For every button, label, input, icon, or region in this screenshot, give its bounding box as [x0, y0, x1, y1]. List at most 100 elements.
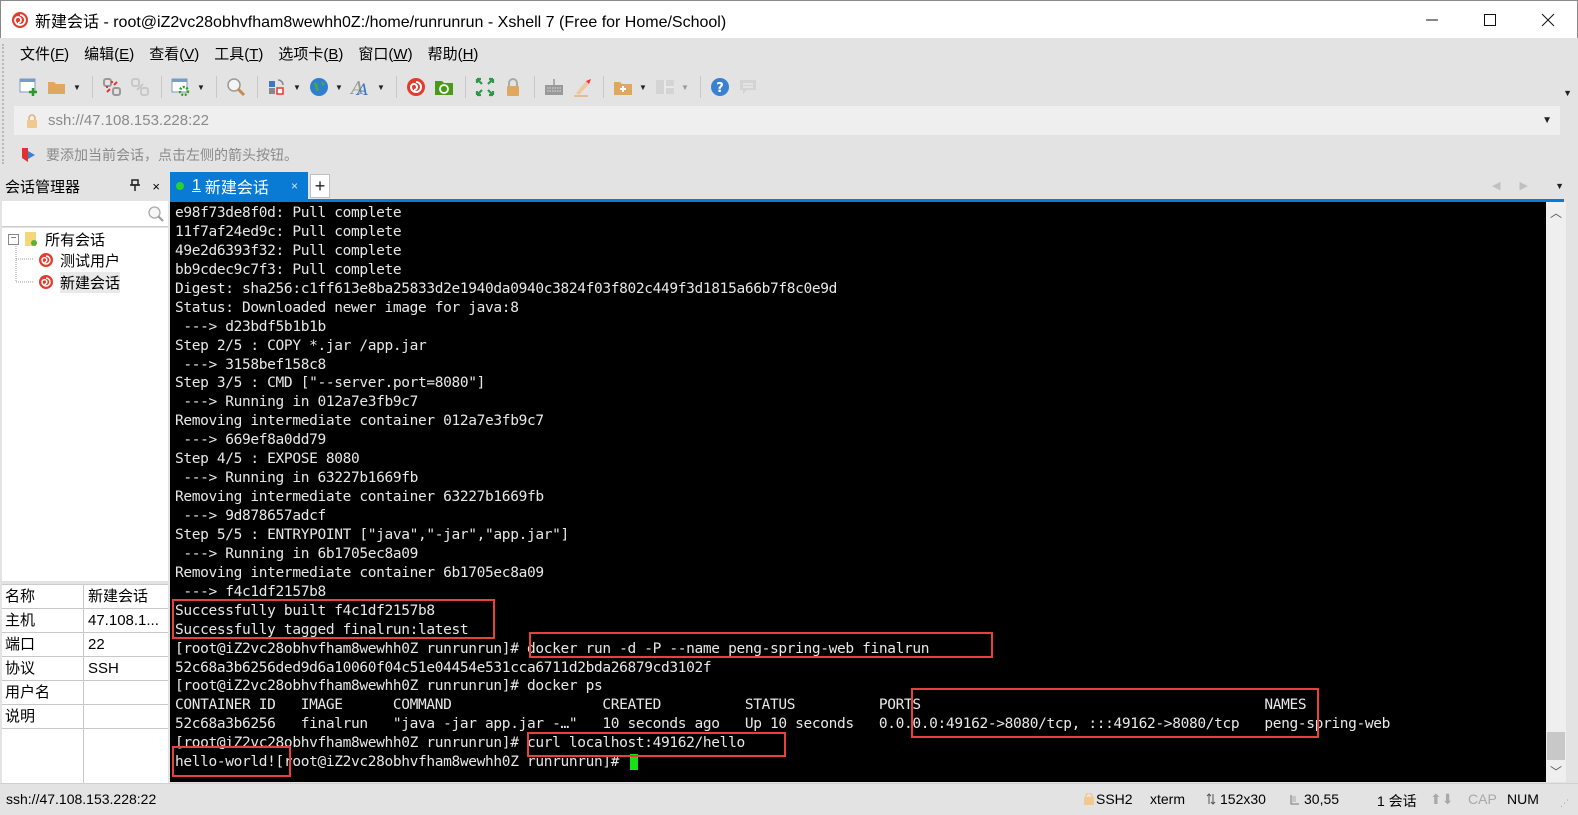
globe-button[interactable] [306, 74, 332, 100]
new-session-icon [19, 78, 37, 96]
menu-tabs[interactable]: 选项卡(B) [278, 43, 343, 64]
fullscreen-button[interactable] [472, 74, 498, 100]
font-button[interactable]: AA [348, 74, 374, 100]
highlight-icon [574, 79, 591, 97]
terminal-line: 52c68a3b6256ded9d6a10060f04c51e04454e531… [175, 659, 712, 676]
transfer-dropdown[interactable]: ▼ [292, 74, 302, 100]
session-manager-close-button[interactable]: × [152, 179, 160, 194]
highlight-button[interactable] [569, 74, 595, 100]
new-folder-button[interactable] [610, 74, 636, 100]
pin-icon[interactable] [130, 178, 140, 194]
terminal-line: Status: Downloaded newer image for java:… [175, 299, 519, 316]
transfer-layout-icon [269, 79, 284, 95]
terminal-line: ---> Running in 012a7e3fb9c7 [175, 394, 419, 411]
session-search-input[interactable] [2, 201, 168, 227]
toolbar: ▼ ▼ ▼ ▼ AA ▼ ▼ ▼ ? ▼ [0, 70, 1578, 104]
font-dropdown[interactable]: ▼ [376, 74, 386, 100]
property-row: 主机 47.108.1... [2, 609, 168, 633]
terminal-scrollbar[interactable]: ︿ ﹀ [1546, 202, 1566, 782]
open-dropdown[interactable]: ▼ [72, 74, 82, 100]
menu-help[interactable]: 帮助(H) [428, 43, 479, 64]
tab-strip: 1 新建会话 × + ◀ ▶ ▼ [170, 172, 1578, 200]
terminal-line: Successfully tagged finalrun:latest [175, 621, 469, 638]
terminal-line: 52c68a3b6256 finalrun "java -jar app.jar… [175, 716, 1391, 733]
new-tab-button[interactable]: + [310, 174, 330, 198]
toolbar-separator [700, 76, 701, 98]
xshell-session-icon [39, 275, 53, 289]
scroll-up-icon[interactable]: ︿ [1550, 204, 1562, 221]
status-num-lock: NUM [1507, 791, 1539, 807]
connected-status-icon [176, 182, 184, 190]
menu-edit[interactable]: 编辑(E) [84, 43, 134, 64]
scrollbar-thumb[interactable] [1547, 732, 1565, 760]
keyboard-icon [545, 79, 563, 95]
open-button[interactable] [44, 74, 70, 100]
globe-icon [310, 78, 328, 96]
cursor-position-icon [1290, 795, 1299, 805]
transfer-button[interactable] [264, 74, 290, 100]
terminal-line: Removing intermediate container 012a7e3f… [175, 413, 544, 430]
help-button[interactable]: ? [707, 74, 733, 100]
terminal-line: Step 2/5 : COPY *.jar /app.jar [175, 337, 427, 354]
terminal-line: ---> d23bdf5b1b1b [175, 318, 326, 335]
tree-node-session-selected[interactable]: 新建会话 [38, 271, 121, 293]
xshell-logo-icon [407, 78, 425, 96]
menu-file[interactable]: 文件(F) [20, 43, 69, 64]
maximize-button[interactable] [1461, 1, 1519, 39]
chat-button[interactable] [735, 74, 761, 100]
status-cursor-position: 30,55 [1290, 791, 1339, 807]
keyboard-button[interactable] [541, 74, 567, 100]
terminal-line: 11f7af24ed9c: Pull complete [175, 223, 402, 240]
xftp-button[interactable] [431, 74, 457, 100]
menu-window[interactable]: 窗口(W) [358, 43, 412, 64]
status-up-down-icon: ⬆⬇ [1430, 791, 1454, 807]
session-properties-button[interactable] [168, 74, 194, 100]
toolbar-overflow-button[interactable]: ▼ [1563, 88, 1572, 98]
resize-icon [1206, 793, 1216, 805]
title-bar: 新建会话 - root@iZ2vc28obhvfham8wewhh0Z:/hom… [0, 0, 1578, 38]
find-button[interactable] [223, 74, 249, 100]
search-icon[interactable] [147, 205, 165, 223]
add-session-arrow-icon[interactable] [20, 147, 38, 163]
address-input[interactable]: ssh://47.108.153.228:22 [48, 112, 209, 129]
resize-grip[interactable]: ⋰ [1560, 798, 1569, 809]
xshell-button[interactable] [403, 74, 429, 100]
tab-scroll-buttons[interactable]: ◀ ▶ [1492, 179, 1536, 192]
chat-icon [740, 80, 756, 94]
toolbar-separator [465, 76, 466, 98]
tree-node-session[interactable]: 测试用户 [38, 249, 120, 271]
terminal-line: CONTAINER ID IMAGE COMMAND CREATED STATU… [175, 697, 1307, 714]
terminal-output[interactable]: e98f73de8f0d: Pull complete 11f7af24ed9c:… [170, 202, 1546, 782]
minimize-button[interactable] [1403, 1, 1461, 39]
globe-dropdown[interactable]: ▼ [334, 74, 344, 100]
lock-button[interactable] [500, 74, 526, 100]
property-row: 端口 22 [2, 633, 168, 657]
layout-button[interactable] [652, 74, 678, 100]
find-icon [227, 78, 246, 97]
status-term-type: xterm [1150, 791, 1185, 807]
scroll-down-icon[interactable]: ﹀ [1550, 763, 1562, 780]
terminal-line: e98f73de8f0d: Pull complete [175, 205, 402, 221]
property-row: 协议 SSH [2, 657, 168, 681]
address-dropdown-icon[interactable]: ▼ [1542, 115, 1552, 126]
tab-list-dropdown[interactable]: ▼ [1555, 181, 1564, 191]
address-bar[interactable]: ssh://47.108.153.228:22 ▼ [14, 106, 1560, 135]
tree-node-all-sessions[interactable]: − 所有会话 [8, 228, 105, 250]
toolbar-separator [603, 76, 604, 98]
tab-session-1[interactable]: 1 新建会话 × [170, 172, 308, 200]
new-folder-dropdown[interactable]: ▼ [638, 74, 648, 100]
session-properties-dropdown[interactable]: ▼ [196, 74, 206, 100]
disconnect-button[interactable] [99, 74, 125, 100]
reconnect-button[interactable] [127, 74, 153, 100]
new-session-button[interactable] [16, 74, 42, 100]
tab-close-button[interactable]: × [291, 179, 298, 193]
layout-icon [656, 80, 674, 94]
collapse-icon[interactable]: − [8, 233, 19, 245]
menu-tools[interactable]: 工具(T) [214, 43, 263, 64]
toolbar-separator [216, 76, 217, 98]
menu-view[interactable]: 查看(V) [149, 43, 199, 64]
session-properties-icon [171, 78, 190, 97]
layout-dropdown[interactable]: ▼ [680, 74, 690, 100]
maximize-icon [1484, 14, 1496, 26]
close-button[interactable] [1519, 1, 1577, 39]
